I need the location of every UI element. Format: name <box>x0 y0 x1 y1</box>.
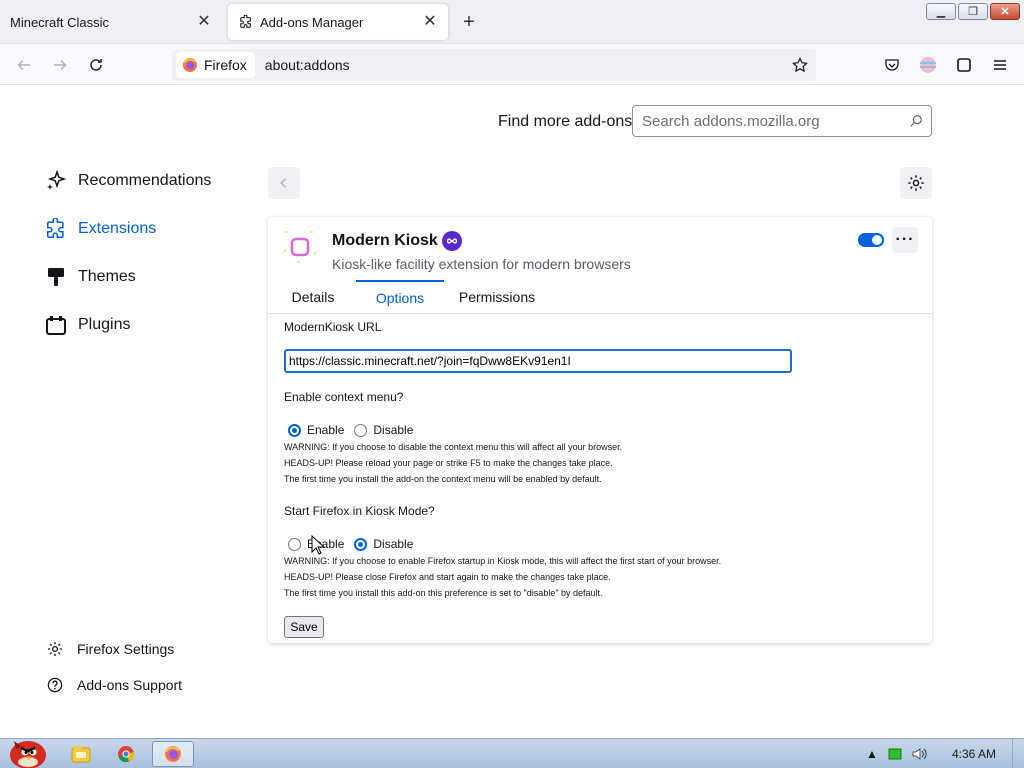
save-button[interactable]: Save <box>284 616 324 638</box>
plugin-icon <box>44 313 68 337</box>
taskbar-firefox-icon[interactable] <box>152 741 194 767</box>
gear-icon <box>908 175 924 191</box>
find-more-addons-label: Find more add-ons <box>498 113 633 130</box>
navigation-toolbar: Firefox about:addons <box>0 44 1024 85</box>
close-icon[interactable]: ✕ <box>422 14 438 30</box>
radio-label: Disable <box>373 423 414 437</box>
addons-search-box[interactable] <box>632 105 932 137</box>
sidebar-item-label: Plugins <box>78 316 131 333</box>
paintbrush-icon <box>44 265 68 289</box>
note-line: WARNING: If you choose to disable the co… <box>284 442 623 452</box>
taskbar: ▲ 4:36 AM <box>0 738 1024 768</box>
url-text[interactable]: about:addons <box>265 57 788 73</box>
note-line: WARNING: If you choose to enable Firefox… <box>284 556 722 566</box>
tab-strip: Minecraft Classic ✕ Add-ons Manager ✕ + … <box>0 0 1024 44</box>
bookmark-star-icon[interactable] <box>788 53 812 77</box>
tab-permissions[interactable]: Permissions <box>450 280 544 314</box>
identity-label: Firefox <box>204 57 247 73</box>
reload-icon[interactable] <box>84 53 108 77</box>
new-tab-button[interactable]: + <box>458 12 480 34</box>
sidebar-item-themes[interactable]: Themes <box>44 261 136 293</box>
note-line: The first time you install this add-on t… <box>284 588 603 598</box>
addon-name: Modern Kiosk <box>332 232 438 249</box>
taskbar-clock[interactable]: 4:36 AM <box>952 747 996 761</box>
tray-expand-icon[interactable]: ▲ <box>866 747 878 761</box>
addon-enable-toggle[interactable] <box>858 233 884 247</box>
browser-tab-title: Minecraft Classic <box>10 14 109 30</box>
close-icon[interactable]: ✕ <box>196 14 212 30</box>
recommended-badge-icon <box>442 231 462 251</box>
window-minimize-button[interactable]: ▁ <box>926 3 956 20</box>
taskbar-chrome-icon[interactable] <box>105 741 147 767</box>
chevron-left-icon <box>280 178 287 188</box>
context-menu-question: Enable context menu? <box>284 390 404 404</box>
addons-search-input[interactable] <box>642 112 901 130</box>
tab-details[interactable]: Details <box>280 280 346 314</box>
more-options-button[interactable]: ··· <box>892 227 918 253</box>
browser-tab-addons-manager[interactable]: Add-ons Manager ✕ <box>228 4 448 40</box>
account-avatar-icon[interactable] <box>916 53 940 77</box>
hamburger-menu-icon[interactable] <box>988 53 1012 77</box>
firefox-settings-link[interactable]: Firefox Settings <box>46 637 174 661</box>
taskbar-explorer-icon[interactable] <box>60 741 102 767</box>
addons-support-link[interactable]: Add-ons Support <box>46 673 182 697</box>
browser-tab-minecraft[interactable]: Minecraft Classic ✕ <box>0 4 222 40</box>
search-icon[interactable] <box>901 114 931 128</box>
start-button-angry-bird-icon[interactable] <box>4 731 48 768</box>
radio-label: Enable <box>307 423 345 437</box>
sparkles-icon <box>44 169 68 193</box>
volume-icon[interactable] <box>912 747 928 761</box>
firefox-logo-icon <box>183 58 197 72</box>
addon-description: Kiosk-like facility extension for modern… <box>332 256 631 272</box>
context-menu-notes: WARNING: If you choose to disable the co… <box>284 439 622 487</box>
url-field-label: ModernKiosk URL <box>284 320 382 334</box>
sidebar-item-label: Extensions <box>78 220 157 237</box>
mouse-cursor-icon <box>311 534 326 560</box>
addon-detail-tabs: Details Options Permissions <box>268 280 932 314</box>
forward-arrow-icon[interactable] <box>48 53 72 77</box>
context-menu-disable-radio[interactable] <box>354 423 368 437</box>
note-line: The first time you install the add-on th… <box>284 474 602 484</box>
kiosk-mode-disable-radio[interactable] <box>354 537 368 551</box>
extensions-square-icon[interactable] <box>952 53 976 77</box>
back-arrow-icon[interactable] <box>12 53 36 77</box>
sidebar-item-label: Recommendations <box>78 172 212 189</box>
url-bar[interactable]: Firefox about:addons <box>172 49 816 81</box>
context-menu-radio-group: Enable Disable <box>288 422 423 438</box>
show-desktop-button[interactable] <box>1012 739 1024 768</box>
note-line: HEADS-UP! Please close Firefox and start… <box>284 572 611 582</box>
note-line: HEADS-UP! Please reload your page or str… <box>284 458 613 468</box>
network-icon[interactable] <box>888 748 902 760</box>
tab-options[interactable]: Options <box>356 280 444 314</box>
sidebar-item-recommendations[interactable]: Recommendations <box>44 165 211 197</box>
addons-support-label: Add-ons Support <box>77 677 183 693</box>
kiosk-mode-enable-radio[interactable] <box>288 537 301 551</box>
sidebar-item-plugins[interactable]: Plugins <box>44 309 130 341</box>
kiosk-url-input[interactable] <box>284 349 792 373</box>
kiosk-mode-notes: WARNING: If you choose to enable Firefox… <box>284 553 721 601</box>
browser-tab-title: Add-ons Manager <box>260 14 364 30</box>
kiosk-mode-question: Start Firefox in Kiosk Mode? <box>284 504 435 518</box>
firefox-settings-label: Firefox Settings <box>77 641 175 657</box>
addon-icon <box>284 231 316 263</box>
window-close-button[interactable]: ✕ <box>990 3 1020 20</box>
back-button[interactable] <box>268 167 300 199</box>
radio-label: Disable <box>373 537 414 551</box>
system-tray: ▲ <box>866 745 938 763</box>
window-maximize-button[interactable]: ❐ <box>958 3 988 20</box>
tools-menu-button[interactable] <box>900 167 932 199</box>
help-icon <box>46 676 64 694</box>
addon-card: Modern Kiosk Kiosk-like facility extensi… <box>268 217 932 643</box>
identity-box[interactable]: Firefox <box>176 52 255 78</box>
pocket-icon[interactable] <box>880 53 904 77</box>
gear-icon <box>46 640 64 658</box>
puzzle-piece-icon <box>238 14 254 30</box>
kiosk-mode-radio-group: Enable Disable <box>288 536 423 552</box>
puzzle-piece-icon <box>44 217 68 241</box>
sidebar-item-label: Themes <box>78 268 136 285</box>
sidebar-item-extensions[interactable]: Extensions <box>44 213 156 245</box>
context-menu-enable-radio[interactable] <box>288 423 301 437</box>
